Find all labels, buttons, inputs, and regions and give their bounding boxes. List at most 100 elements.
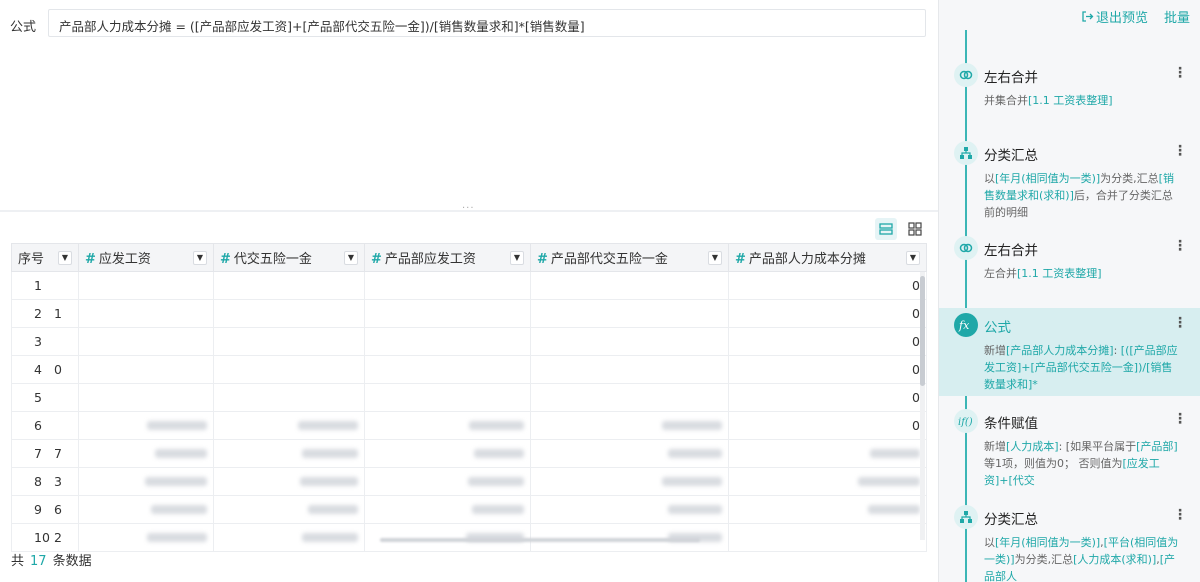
table-row[interactable]: 10 — [11, 271, 927, 300]
redacted-value — [308, 505, 358, 514]
number-type-icon: # — [735, 252, 746, 267]
table-cell — [364, 271, 531, 300]
more-options-icon[interactable]: ⋮ — [1173, 143, 1187, 159]
redacted-value — [662, 477, 722, 486]
table-cell — [530, 383, 729, 412]
conditional-assign-icon: if() — [954, 409, 978, 433]
table-row[interactable]: 96 — [11, 495, 927, 524]
step-description: 并集合并[1.1 工资表整理] — [984, 92, 1179, 109]
table-row[interactable]: 83 — [11, 467, 927, 496]
formula-input[interactable]: 产品部人力成本分摊 = ([产品部应发工资]+[产品部代交五险一金])/[销售数… — [48, 9, 926, 37]
column-header[interactable]: # 应发工资 ▼ — [78, 243, 214, 272]
column-menu-icon[interactable]: ▼ — [344, 251, 358, 265]
row-sub-value: 6 — [54, 502, 62, 517]
redacted-value — [474, 449, 524, 458]
batch-link[interactable]: 批量 — [1164, 7, 1190, 26]
table-view-icon — [879, 223, 893, 235]
table-body: 1 0 2 1 0 3 0 4 0 0 5 0 6 0 7 7 8 3 9 6 10 2 — [11, 271, 927, 552]
step-description-part: [人力成本(求和)] — [1073, 553, 1157, 566]
table-cell — [364, 411, 531, 440]
step-description: 新增[人力成本]: [如果平台属于[产品部]等1项，则值为0； 否则值为[应发工… — [984, 438, 1179, 489]
column-header[interactable]: # 产品部应发工资 ▼ — [364, 243, 531, 272]
table-cell — [213, 299, 365, 328]
number-type-icon: # — [537, 252, 548, 267]
more-options-icon[interactable]: ⋮ — [1173, 238, 1187, 254]
step-description-part: 新增 — [984, 440, 1006, 453]
steps-panel: 退出预览 批量 左右合并 ⋮ 并集合并[1.1 工资表整理] 分类汇总 ⋮ 以[年月(相同… — [938, 0, 1200, 582]
column-menu-icon[interactable]: ▼ — [708, 251, 722, 265]
cell-value: 0 — [912, 362, 920, 377]
panel-splitter[interactable] — [0, 210, 938, 212]
step-description-part: 等1项，则值为0； 否则值为 — [984, 457, 1123, 470]
column-header[interactable]: # 产品部人力成本分摊 ▼ — [728, 243, 927, 272]
step-description-part: : [如果平台属于 — [1058, 440, 1137, 453]
row-index-cell: 96 — [11, 495, 79, 524]
row-index-cell: 6 — [11, 411, 79, 440]
table-cell: 0 — [728, 383, 927, 412]
formula-icon: fx — [954, 313, 978, 337]
step-card[interactable]: fx 公式 ⋮ 新增[产品部人力成本分摊]: [([产品部应发工资]+[产品部代交五险… — [939, 308, 1200, 396]
table-cell — [213, 411, 365, 440]
cell-value: 0 — [912, 390, 920, 405]
card-view-button[interactable] — [904, 218, 926, 240]
column-header-label: 序号 — [18, 252, 45, 267]
table-row[interactable]: 60 — [11, 411, 927, 440]
more-options-icon[interactable]: ⋮ — [1173, 315, 1187, 331]
more-options-icon[interactable]: ⋮ — [1173, 65, 1187, 81]
data-table: 序号 ▼ # 应发工资 ▼ # 代交五险一金 ▼ # 产品部应发工资 ▼ # 产品部代交五险一金 ▼ # 产品… — [11, 243, 927, 552]
table-row[interactable]: 21 0 — [11, 299, 927, 328]
table-cell — [364, 439, 531, 468]
table-cell — [364, 355, 531, 384]
horizontal-scrollbar[interactable] — [380, 538, 700, 542]
step-description: 以[年月(相同值为一类)]为分类,汇总[销售数量求和(求和)]后，合并了分类汇总… — [984, 170, 1179, 221]
table-cell — [213, 495, 365, 524]
column-header[interactable]: # 产品部代交五险一金 ▼ — [530, 243, 729, 272]
more-options-icon[interactable]: ⋮ — [1173, 507, 1187, 523]
table-cell — [364, 383, 531, 412]
redacted-value — [668, 505, 722, 514]
redacted-value — [147, 533, 207, 542]
table-cell: 0 — [728, 411, 927, 440]
table-row[interactable]: 400 — [11, 355, 927, 384]
column-menu-icon[interactable]: ▼ — [510, 251, 524, 265]
redacted-value — [147, 421, 207, 430]
table-view-button[interactable] — [875, 218, 897, 240]
table-cell — [530, 495, 729, 524]
table-cell: 0 — [728, 299, 927, 328]
app-root: 公式 产品部人力成本分摊 = ([产品部应发工资]+[产品部代交五险一金])/[… — [0, 0, 1200, 582]
table-cell — [78, 467, 214, 496]
step-card[interactable]: 左右合并 ⋮ 并集合并[1.1 工资表整理] — [939, 58, 1200, 120]
exit-preview-link[interactable]: 退出预览 — [1081, 7, 1148, 26]
table-cell — [78, 271, 214, 300]
table-row[interactable]: 50 — [11, 383, 927, 412]
row-index-cell: 21 — [11, 299, 79, 328]
step-card[interactable]: 左右合并 ⋮ 左合并[1.1 工资表整理] — [939, 231, 1200, 293]
step-card[interactable]: 分类汇总 ⋮ 以[年月(相同值为一类)]为分类,汇总[销售数量求和(求和)]后，合并… — [939, 136, 1200, 220]
table-row[interactable]: 77 — [11, 439, 927, 468]
step-description: 新增[产品部人力成本分摊]: [([产品部应发工资]+[产品部代交五险一金])/… — [984, 342, 1179, 393]
table-row[interactable]: 30 — [11, 327, 927, 356]
step-description-part: 为分类,汇总 — [1100, 172, 1159, 185]
step-card[interactable]: if() 条件赋值 ⋮ 新增[人力成本]: [如果平台属于[产品部] 等1项，则值为0；… — [939, 404, 1200, 488]
table-cell — [530, 467, 729, 496]
step-card[interactable]: 分类汇总 ⋮ 以[年月(相同值为一类)],[平台(相同值为一类)]为分类,汇总[人力… — [939, 500, 1200, 582]
column-menu-icon[interactable]: ▼ — [906, 251, 920, 265]
row-index: 2 — [34, 306, 42, 321]
row-sub-value: 2 — [54, 530, 62, 545]
row-index: 10 — [34, 530, 50, 545]
step-description-part: 以 — [984, 536, 995, 549]
more-options-icon[interactable]: ⋮ — [1173, 411, 1187, 427]
column-header[interactable]: 序号 ▼ — [11, 243, 79, 272]
column-menu-icon[interactable]: ▼ — [58, 251, 72, 265]
column-menu-icon[interactable]: ▼ — [193, 251, 207, 265]
column-header[interactable]: # 代交五险一金 ▼ — [213, 243, 365, 272]
row-index-cell: 40 — [11, 355, 79, 384]
table-cell: 0 — [728, 271, 927, 300]
column-header-label: 产品部代交五险一金 — [550, 252, 668, 267]
table-cell — [213, 523, 365, 552]
table-cell — [213, 439, 365, 468]
row-sub-value: 0 — [54, 362, 62, 377]
table-cell — [213, 271, 365, 300]
vertical-scrollbar-thumb[interactable] — [920, 276, 925, 386]
table-cell — [530, 411, 729, 440]
